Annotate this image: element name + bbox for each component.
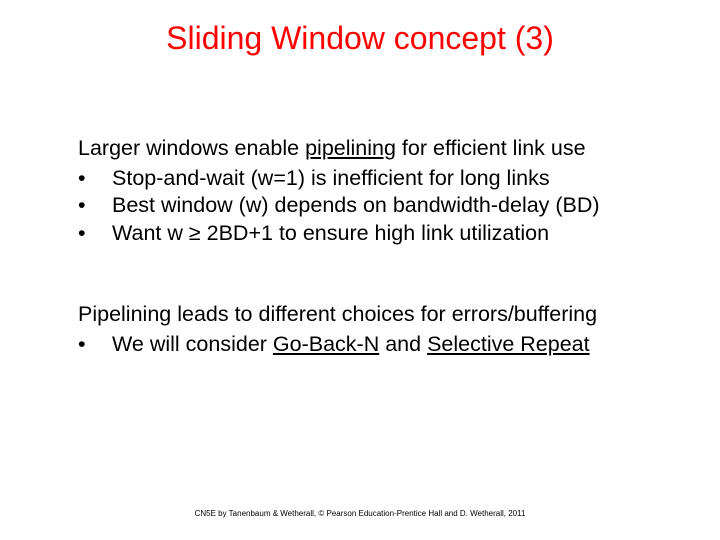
section2-lead: Pipelining leads to different choices fo… [78, 301, 660, 329]
bullet-icon: • [78, 165, 112, 193]
bullet-text: Stop-and-wait (w=1) is inefficient for l… [112, 165, 550, 193]
bullet-text: Best window (w) depends on bandwidth-del… [112, 192, 600, 220]
bullet-icon: • [78, 192, 112, 220]
slide-title: Sliding Window concept (3) [0, 20, 720, 57]
bullet-text: Want w ≥ 2BD+1 to ensure high link utili… [112, 220, 549, 248]
bullet-text-mid: and [379, 332, 427, 356]
bullet-icon: • [78, 331, 112, 359]
slide-body: Larger windows enable pipelining for eff… [78, 135, 660, 358]
list-item: • Best window (w) depends on bandwidth-d… [78, 192, 660, 220]
section1-bullets: • Stop-and-wait (w=1) is inefficient for… [78, 165, 660, 248]
footer-credit: CN5E by Tanenbaum & Wetherall, © Pearson… [0, 509, 720, 518]
slide: Sliding Window concept (3) Larger window… [0, 0, 720, 540]
bullet-text: We will consider Go-Back-N and Selective… [112, 331, 590, 359]
list-item: • Stop-and-wait (w=1) is inefficient for… [78, 165, 660, 193]
section1-lead-underlined: pipelining [305, 136, 396, 160]
section2-bullets: • We will consider Go-Back-N and Selecti… [78, 331, 660, 359]
bullet-icon: • [78, 220, 112, 248]
list-item: • Want w ≥ 2BD+1 to ensure high link uti… [78, 220, 660, 248]
section2: Pipelining leads to different choices fo… [78, 301, 660, 358]
section1-lead-post: for efficient link use [396, 136, 586, 160]
bullet-text-u2: Selective Repeat [427, 332, 590, 356]
bullet-text-pre: We will consider [112, 332, 273, 356]
section1-lead: Larger windows enable pipelining for eff… [78, 135, 660, 163]
bullet-text-u1: Go-Back-N [273, 332, 379, 356]
list-item: • We will consider Go-Back-N and Selecti… [78, 331, 660, 359]
section1-lead-pre: Larger windows enable [78, 136, 305, 160]
